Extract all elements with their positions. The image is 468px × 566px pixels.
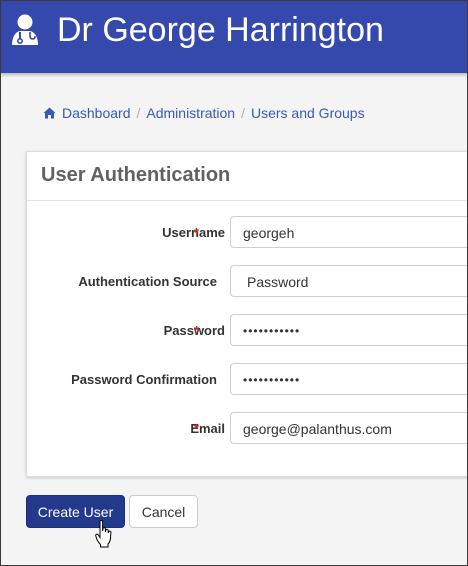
- breadcrumb-separator: /: [136, 105, 141, 121]
- hand-pointer-icon: [95, 520, 112, 548]
- password-confirmation-label: Password Confirmation: [71, 372, 217, 387]
- breadcrumb-separator: /: [241, 105, 245, 121]
- cancel-button[interactable]: Cancel: [129, 495, 198, 528]
- required-marker: *: [194, 225, 200, 240]
- breadcrumb-administration[interactable]: Administration: [146, 105, 235, 121]
- app-header: Dr George Harrington: [0, 0, 468, 73]
- username-row: Username * georgeh: [27, 216, 468, 250]
- panel-title: User Authentication: [41, 164, 231, 186]
- password-row: Password * •••••••••••: [27, 314, 468, 348]
- home-icon: [43, 107, 56, 119]
- password-confirmation-input[interactable]: •••••••••••: [230, 363, 468, 395]
- breadcrumb: Dashboard / Administration / Users and G…: [43, 104, 365, 122]
- authentication-source-row: Authentication Source Password: [27, 265, 468, 299]
- authentication-source-label: Authentication Source: [78, 274, 217, 289]
- user-doctor-icon: [12, 14, 38, 45]
- required-marker: *: [194, 323, 200, 338]
- breadcrumb-dashboard[interactable]: Dashboard: [62, 105, 131, 121]
- page-title: Dr George Harrington: [57, 11, 384, 49]
- user-authentication-panel: User Authentication Username * georgeh A…: [26, 151, 468, 477]
- breadcrumb-users-and-groups[interactable]: Users and Groups: [251, 105, 365, 121]
- panel-divider: [27, 200, 468, 201]
- email-row: Email * george@palanthus.com: [27, 412, 468, 446]
- required-marker: *: [194, 421, 200, 436]
- email-input[interactable]: george@palanthus.com: [230, 412, 468, 444]
- username-input[interactable]: georgeh: [230, 216, 468, 248]
- password-input[interactable]: •••••••••••: [230, 314, 468, 346]
- authentication-source-select[interactable]: Password: [230, 265, 468, 297]
- password-confirmation-row: Password Confirmation •••••••••••: [27, 363, 468, 397]
